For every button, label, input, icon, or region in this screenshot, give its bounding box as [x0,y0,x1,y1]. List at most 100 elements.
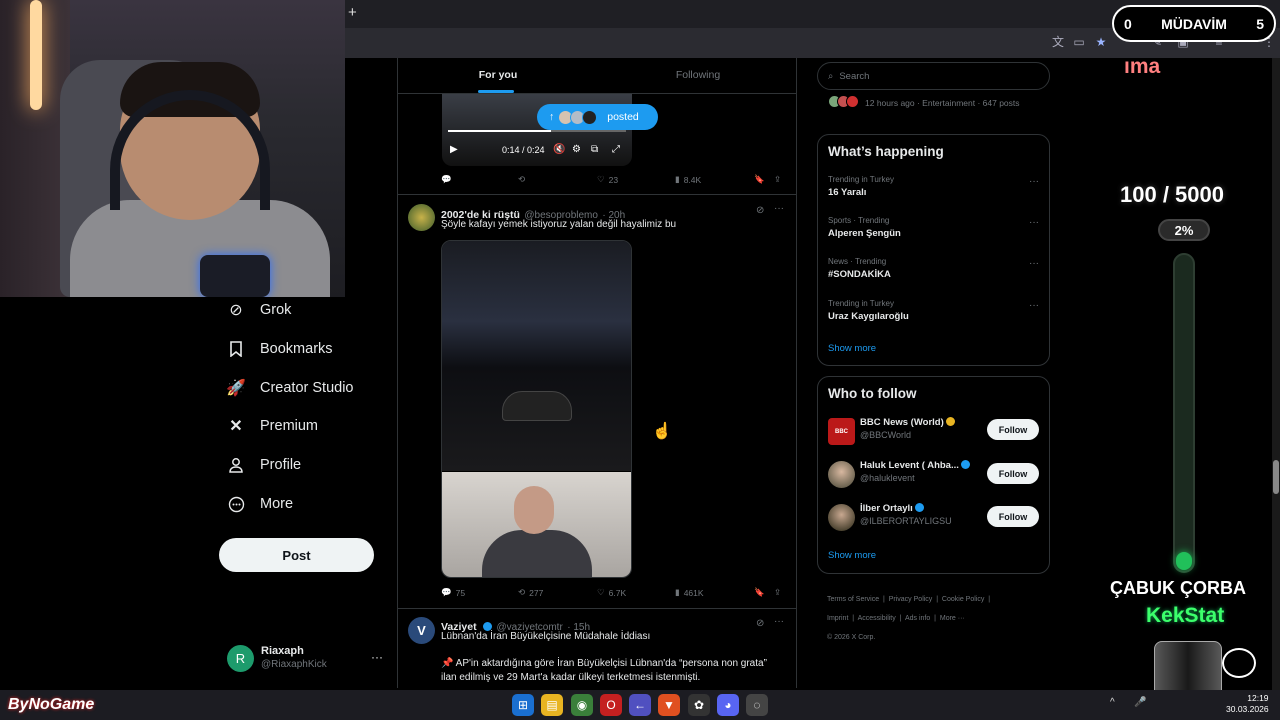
start-icon[interactable]: ⊞ [512,694,534,716]
search-placeholder: Search [839,70,870,82]
nav-item-bookmarks[interactable]: Bookmarks [226,337,333,361]
follow-button[interactable]: Follow [987,419,1039,440]
more-icon[interactable]: ··· [774,203,784,214]
new-posts-pill[interactable]: ↑ posted [537,104,658,130]
nav-item-premium[interactable]: ✕ Premium [226,414,318,438]
post-button[interactable]: Post [219,538,374,572]
nav-label: Creator Studio [260,380,354,396]
arrow-up-icon: ↑ [549,111,555,123]
dashboard-gauges [502,391,572,421]
more-icon[interactable]: ··· [774,616,784,627]
page-scrollbar[interactable] [1272,58,1280,690]
footer-link[interactable]: Accessibility [858,615,896,622]
grok-icon[interactable]: ⊘ [756,205,764,216]
pip-icon[interactable]: ⧉ [591,144,598,155]
microphone-tray-icon[interactable]: 🎤 [1134,697,1146,708]
suggested-account[interactable]: İlber Ortaylı @ILBERORTAYLIGSU [860,503,952,526]
bynogame-logo: ByNoGame [8,696,95,713]
footer-link[interactable]: Privacy Policy [889,596,933,603]
bookmark-icon[interactable]: 🔖 [754,587,765,598]
trend-context: Sports · Trending [828,216,890,225]
trend-more-icon[interactable]: ··· [1029,176,1039,187]
rocket-icon: 🚀 [226,380,246,397]
like-button[interactable]: ♡ 6.7K [597,587,626,598]
footer-link[interactable]: Cookie Policy [942,596,984,603]
clock[interactable]: 12:19 30.03.2026 [1226,693,1269,715]
truck-dashboard-image [442,241,631,471]
share-icon[interactable]: ⇪ [774,174,781,185]
footer-link[interactable]: Terms of Service [827,596,879,603]
reply-button[interactable]: 💬 75 [441,587,465,598]
retweet-button[interactable]: ⟲ 277 [518,587,543,598]
heart-icon: ♡ [597,174,605,184]
brave-icon[interactable]: ▼ [658,694,680,716]
follow-button[interactable]: Follow [987,463,1039,484]
account-more-button[interactable]: ··· [371,650,383,664]
trend-more-icon[interactable]: ··· [1029,258,1039,269]
hand-cursor-icon: ☝ [652,423,672,440]
opera-icon[interactable]: O [600,694,622,716]
tray-chevron-icon[interactable]: ^ [1110,697,1115,708]
suggested-account[interactable]: Haluk Levent ( Ahba... @haluklevent [860,460,970,483]
reply-count: 75 [455,587,466,598]
grok-icon[interactable]: ⊘ [756,618,764,629]
views-button[interactable]: ▮ 461K [675,587,704,598]
trend-item[interactable]: Trending in Turkey 16 Yaralı [828,175,894,198]
cast-icon[interactable]: ▭ [1072,35,1086,49]
like-button[interactable]: ♡ 23 [597,174,618,185]
trend-item[interactable]: Sports · Trending Alperen Şengün [828,216,901,239]
nav-item-profile[interactable]: Profile [226,453,301,477]
trend-more-icon[interactable]: ··· [1029,300,1039,311]
settings-icon[interactable]: ⚙ [572,144,581,155]
trend-more-icon[interactable]: ··· [1029,217,1039,228]
bookmark-icon[interactable]: 🔖 [754,174,765,185]
ilber-avatar[interactable] [828,504,855,531]
footer-link[interactable]: Ads info [905,615,930,622]
reply-icon[interactable]: 💬 [441,174,452,185]
nav-item-more[interactable]: More [226,492,293,516]
footer-link[interactable]: More ··· [940,615,965,622]
file-explorer-icon[interactable]: ▤ [541,694,563,716]
chrome-icon[interactable]: ◉ [571,694,593,716]
account-name[interactable]: Riaxaph [261,645,304,657]
chatgpt-icon[interactable]: ✿ [688,694,710,716]
suggested-account[interactable]: BBC News (World) @BBCWorld [860,417,955,440]
app-icon[interactable]: ← [629,694,651,716]
follow-button[interactable]: Follow [987,506,1039,527]
retweet-icon[interactable]: ⟲ [518,174,525,185]
show-more-link[interactable]: Show more [828,343,876,354]
bbc-avatar[interactable]: BBC [828,418,855,445]
tab-for-you[interactable]: For you [398,58,598,93]
translate-icon[interactable]: 文 [1051,35,1065,49]
new-tab-button[interactable]: + [348,4,357,21]
nav-item-grok[interactable]: ⊘ Grok [226,298,291,322]
tweet-action-bar: 💬 ⟲ ♡ 23 ▮ 8.4K 🔖 ⇪ [398,174,796,188]
account-avatar[interactable]: R [227,645,254,672]
discord-icon[interactable]: ◕ [717,694,739,716]
mute-icon[interactable]: 🔇 [553,144,565,155]
fullscreen-icon[interactable]: ⤢ [612,144,620,155]
search-input[interactable]: ⌕ Search [817,62,1050,90]
trend-item[interactable]: News · Trending #SONDAKİKA [828,257,891,280]
account-name: BBC News (World) [860,417,944,428]
views-button[interactable]: ▮ 8.4K [675,174,701,185]
haluk-avatar[interactable] [828,461,855,488]
tweet-media[interactable] [441,240,632,578]
entertainment-meta[interactable]: 12 hours ago · Entertainment · 647 posts [865,98,1020,108]
share-icon[interactable]: ⇪ [774,587,781,598]
nav-label: Profile [260,457,302,473]
footer-link[interactable]: Imprint [827,615,848,622]
tweet-avatar[interactable]: V [408,617,435,644]
show-more-link[interactable]: Show more [828,550,876,561]
tweet-avatar[interactable] [408,204,435,231]
trend-item[interactable]: Trending in Turkey Uraz Kaygılaroğlu [828,299,909,322]
nav-item-creator-studio[interactable]: 🚀 Creator Studio [226,376,354,400]
tweet-text-line: Lübnan'da İran Büyükelçisine Müdahale İd… [441,631,651,642]
video-time: 0:14 / 0:24 [502,145,545,155]
app-icon-2[interactable]: ◌ [746,694,768,716]
tab-following[interactable]: Following [598,58,796,93]
bookmark-star-icon[interactable]: ★ [1094,35,1108,49]
scrollbar-thumb[interactable] [1273,460,1279,494]
play-icon[interactable]: ▶ [450,144,458,155]
kekstat-logo: KekStat [1146,604,1225,627]
